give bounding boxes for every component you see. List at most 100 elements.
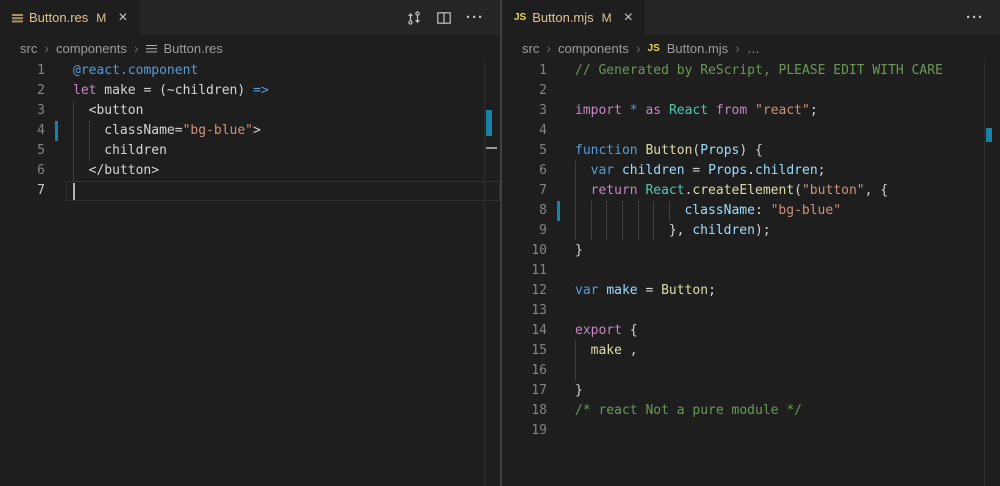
line-number[interactable]: 15 [502, 341, 547, 361]
tab-bar-right: JS Button.mjs M × ··· [502, 0, 1000, 35]
code-line[interactable]: 3 <button [0, 101, 500, 121]
line-number[interactable]: 5 [502, 141, 547, 161]
code-line[interactable]: 11 [502, 261, 1000, 281]
code-line[interactable]: 4className="bg-blue"> [0, 121, 500, 141]
line-number[interactable]: 4 [0, 121, 45, 141]
code-line[interactable]: 2let make = (~children) => [0, 81, 500, 101]
overview-ruler-modified-marker [986, 128, 992, 142]
line-number[interactable]: 3 [502, 101, 547, 121]
more-actions-icon[interactable]: ··· [966, 13, 984, 23]
code-line-content: }, children); [547, 221, 771, 241]
code-line-content: export { [547, 321, 638, 341]
code-line[interactable]: 14export { [502, 321, 1000, 341]
code-token: Button [645, 141, 692, 161]
line-number[interactable]: 6 [0, 161, 45, 181]
breadcrumb-file[interactable]: Button.res [164, 41, 223, 56]
code-line[interactable]: 4 [502, 121, 1000, 141]
code-line[interactable]: 5function Button(Props) { [502, 141, 1000, 161]
breadcrumb-folder[interactable]: src [20, 41, 37, 56]
line-number[interactable]: 14 [502, 321, 547, 341]
code-line[interactable]: 6var children = Props.children; [502, 161, 1000, 181]
code-line[interactable]: 1@react.component [0, 61, 500, 81]
overview-ruler[interactable] [984, 61, 1000, 486]
line-number[interactable]: 2 [502, 81, 547, 101]
code-editor-rescript[interactable]: 1@react.component2let make = (~children)… [0, 61, 500, 486]
code-line[interactable]: 10} [502, 241, 1000, 261]
line-number[interactable]: 19 [502, 421, 547, 441]
breadcrumb-folder[interactable]: components [56, 41, 127, 56]
line-number[interactable]: 16 [502, 361, 547, 381]
line-number[interactable]: 7 [0, 181, 45, 201]
code-token [598, 281, 606, 301]
line-number[interactable]: 3 [0, 101, 45, 121]
code-line[interactable]: 6</button> [0, 161, 500, 181]
tab-title: Button.res [29, 10, 88, 25]
compare-changes-icon[interactable] [406, 10, 422, 26]
indent-guide [591, 201, 607, 221]
tab-button-res[interactable]: Button.res M × [0, 0, 140, 35]
breadcrumb-folder[interactable]: components [558, 41, 629, 56]
code-line[interactable]: 9}, children); [502, 221, 1000, 241]
code-line[interactable]: 18/* react Not a pure module */ [502, 401, 1000, 421]
code-token: export [575, 321, 622, 341]
line-number[interactable]: 11 [502, 261, 547, 281]
code-line[interactable]: 1// Generated by ReScript, PLEASE EDIT W… [502, 61, 1000, 81]
code-line-content: function Button(Props) { [547, 141, 763, 161]
indent-guide [73, 101, 89, 121]
code-line[interactable]: 13 [502, 301, 1000, 321]
code-token: children [755, 161, 818, 181]
editor-pane-right: JS Button.mjs M × ··· src › components ›… [500, 0, 1000, 486]
breadcrumb-file[interactable]: Button.mjs [667, 41, 728, 56]
code-line[interactable]: 7 [0, 181, 500, 201]
breadcrumb-folder[interactable]: src [522, 41, 539, 56]
code-line[interactable]: 8className: "bg-blue" [502, 201, 1000, 221]
line-number[interactable]: 4 [502, 121, 547, 141]
code-line[interactable]: 12var make = Button; [502, 281, 1000, 301]
split-editor-icon[interactable] [436, 10, 452, 26]
code-token: "bg-blue" [771, 201, 841, 221]
code-line[interactable]: 7return React.createElement("button", { [502, 181, 1000, 201]
code-token: <button [89, 101, 144, 121]
line-number[interactable]: 1 [502, 61, 547, 81]
more-actions-icon[interactable]: ··· [466, 13, 484, 23]
close-icon[interactable]: × [624, 10, 633, 26]
code-line[interactable]: 17} [502, 381, 1000, 401]
line-number[interactable]: 9 [502, 221, 547, 241]
code-line[interactable]: 2 [502, 81, 1000, 101]
close-icon[interactable]: × [118, 10, 127, 26]
line-number[interactable]: 10 [502, 241, 547, 261]
indent-guide [653, 201, 669, 221]
code-line[interactable]: 5children [0, 141, 500, 161]
line-number[interactable]: 5 [0, 141, 45, 161]
line-number[interactable]: 7 [502, 181, 547, 201]
code-line[interactable]: 15make , [502, 341, 1000, 361]
breadcrumb-symbol-ellipsis[interactable]: … [747, 41, 760, 56]
code-line-content: make , [547, 341, 638, 361]
line-number[interactable]: 2 [0, 81, 45, 101]
code-line-content: @react.component [45, 61, 198, 81]
code-token: children [622, 161, 685, 181]
line-number[interactable]: 17 [502, 381, 547, 401]
code-token: { [622, 321, 638, 341]
line-number[interactable]: 6 [502, 161, 547, 181]
line-number[interactable]: 12 [502, 281, 547, 301]
javascript-file-icon: JS [648, 43, 660, 54]
code-line-content [547, 81, 575, 101]
code-token: Button [661, 281, 708, 301]
code-line[interactable]: 3import * as React from "react"; [502, 101, 1000, 121]
code-line[interactable]: 19 [502, 421, 1000, 441]
code-token: var [575, 281, 598, 301]
tab-button-mjs[interactable]: JS Button.mjs M × [502, 0, 645, 35]
line-number[interactable]: 18 [502, 401, 547, 421]
line-number[interactable]: 8 [502, 201, 547, 221]
text-cursor [73, 183, 75, 200]
code-line[interactable]: 16 [502, 361, 1000, 381]
javascript-file-icon: JS [514, 12, 526, 23]
code-editor-javascript[interactable]: 1// Generated by ReScript, PLEASE EDIT W… [502, 61, 1000, 486]
code-token: } [575, 241, 583, 261]
line-number[interactable]: 13 [502, 301, 547, 321]
code-line-content [547, 261, 575, 281]
code-line-content: import * as React from "react"; [547, 101, 818, 121]
overview-ruler[interactable] [484, 61, 500, 486]
line-number[interactable]: 1 [0, 61, 45, 81]
